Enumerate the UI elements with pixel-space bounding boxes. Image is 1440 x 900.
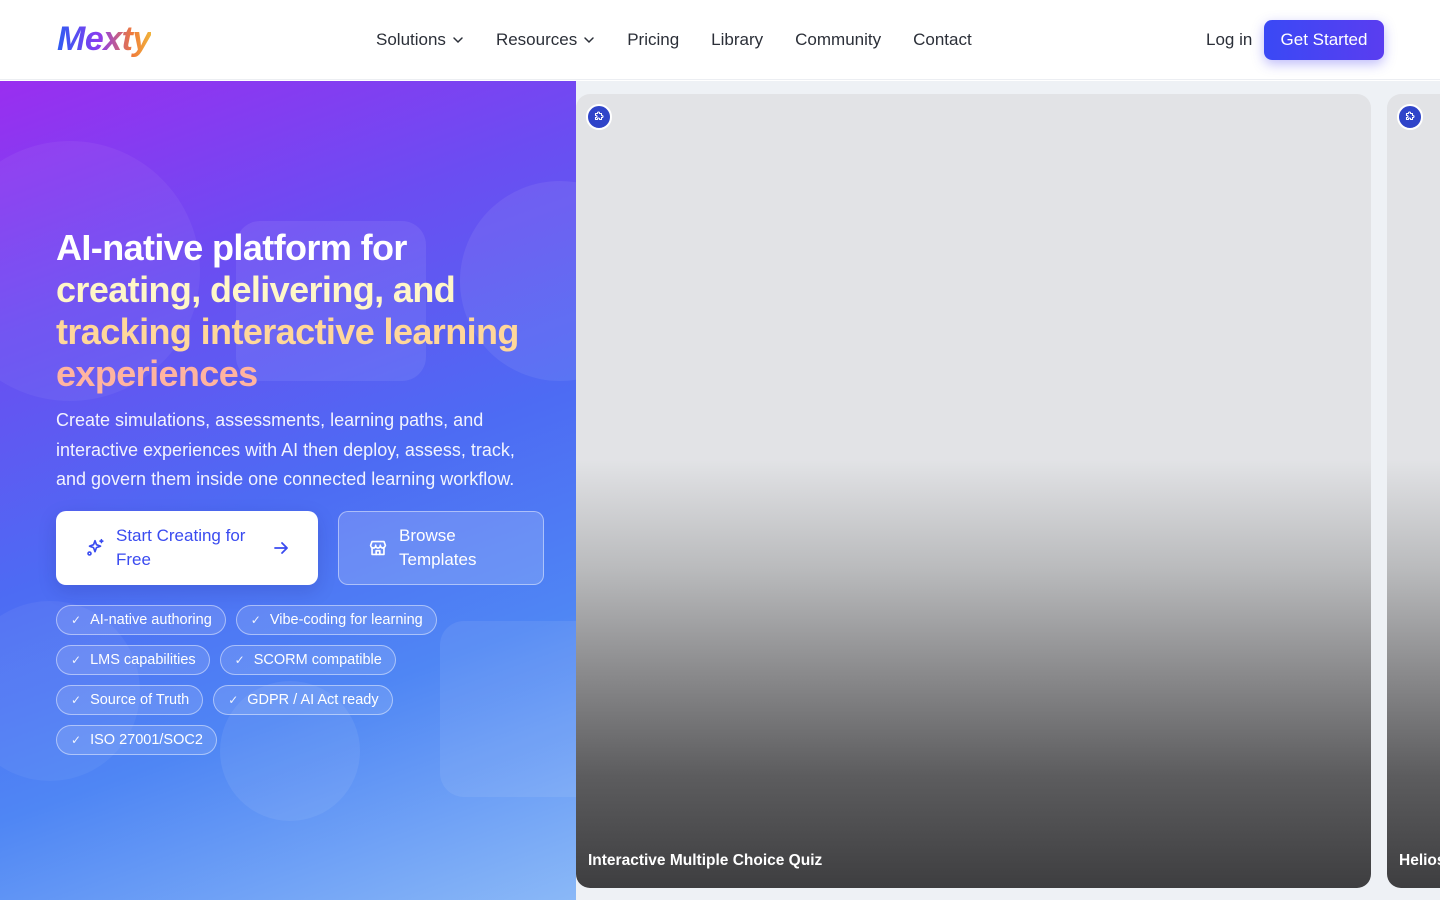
store-icon (367, 537, 389, 559)
login-link[interactable]: Log in (1206, 28, 1252, 52)
nav-resources-label: Resources (495, 30, 578, 49)
browse-templates-button[interactable]: Browse Templates (338, 511, 544, 585)
feature-tag: ✓ Vibe-coding for learning (235, 605, 437, 635)
sparkles-icon (84, 537, 106, 559)
feature-tag-label: ISO 27001/SOC2 (90, 732, 203, 748)
feature-tags: ✓ AI-native authoring ✓ Vibe-coding for le… (56, 605, 516, 765)
feature-tag: ✓ ISO 27001/SOC2 (56, 725, 217, 755)
feature-tag-label: LMS capabilities (90, 652, 196, 668)
site-header: Mexty Solutions Resources Pricing Librar… (0, 0, 1440, 80)
check-icon: ✓ (71, 653, 82, 667)
feature-tag: ✓ SCORM compatible (219, 645, 396, 675)
headline-line-3: tracking interactive learning (56, 311, 519, 352)
start-creating-button[interactable]: Start Creating for Free (56, 511, 318, 585)
feature-tag-label: Vibe-coding for learning (269, 612, 423, 628)
tag-row: ✓ ISO 27001/SOC2 (56, 725, 516, 755)
headline-line-4: experiences (56, 353, 258, 394)
chevron-down-icon (452, 34, 464, 46)
check-icon: ✓ (71, 733, 82, 747)
nav-pricing[interactable]: Pricing (627, 30, 679, 50)
nav-contact-label: Contact (913, 30, 972, 49)
hero-headline: AI-native platform for creating, deliver… (56, 227, 556, 395)
tag-row: ✓ LMS capabilities ✓ SCORM compatible (56, 645, 516, 675)
template-card-title: Helios (1399, 852, 1440, 869)
check-icon: ✓ (250, 613, 261, 627)
feature-tag-label: Source of Truth (90, 692, 190, 708)
template-card-title: Interactive Multiple Choice Quiz (588, 852, 823, 869)
nav-community[interactable]: Community (795, 30, 881, 50)
main-nav: Solutions Resources Pricing Library Comm… (376, 0, 1004, 80)
check-icon: ✓ (71, 693, 82, 707)
feature-tag: ✓ Source of Truth (56, 685, 204, 715)
nav-library-label: Library (711, 30, 764, 49)
nav-pricing-label: Pricing (627, 30, 680, 49)
start-creating-label: Start Creating for Free (116, 526, 246, 569)
browse-templates-label: Browse Templates (399, 526, 477, 569)
puzzle-icon (1397, 104, 1423, 130)
arrow-right-icon (272, 539, 290, 557)
nav-solutions-label: Solutions (376, 30, 446, 49)
get-started-button[interactable]: Get Started (1264, 20, 1384, 60)
feature-tag-label: SCORM compatible (253, 652, 382, 668)
template-card[interactable]: Interactive Multiple Choice Quiz (576, 94, 1371, 888)
check-icon: ✓ (234, 653, 245, 667)
nav-library[interactable]: Library (711, 30, 763, 50)
puzzle-icon (586, 104, 612, 130)
nav-resources[interactable]: Resources (496, 30, 595, 50)
feature-tag: ✓ AI-native authoring (56, 605, 226, 635)
nav-community-label: Community (795, 30, 882, 49)
headline-line-2: creating, delivering, and (56, 269, 456, 310)
feature-tag: ✓ LMS capabilities (56, 645, 210, 675)
check-icon: ✓ (228, 693, 239, 707)
chevron-down-icon (583, 34, 595, 46)
template-gallery: Interactive Multiple Choice Quiz Helios (576, 81, 1440, 900)
hero-section: AI-native platform for creating, deliver… (0, 81, 576, 900)
feature-tag: ✓ GDPR / AI Act ready (213, 685, 393, 715)
template-card[interactable]: Helios (1387, 94, 1440, 888)
tag-row: ✓ AI-native authoring ✓ Vibe-coding for le… (56, 605, 516, 635)
feature-tag-label: GDPR / AI Act ready (247, 692, 379, 708)
headline-line-1: AI-native platform for (56, 227, 407, 268)
logo[interactable]: Mexty (57, 18, 151, 60)
nav-solutions[interactable]: Solutions (376, 30, 464, 50)
nav-contact[interactable]: Contact (913, 30, 972, 50)
feature-tag-label: AI-native authoring (90, 612, 212, 628)
hero-description: Create simulations, assessments, learnin… (56, 410, 515, 489)
tag-row: ✓ Source of Truth ✓ GDPR / AI Act ready (56, 685, 516, 715)
check-icon: ✓ (71, 613, 82, 627)
